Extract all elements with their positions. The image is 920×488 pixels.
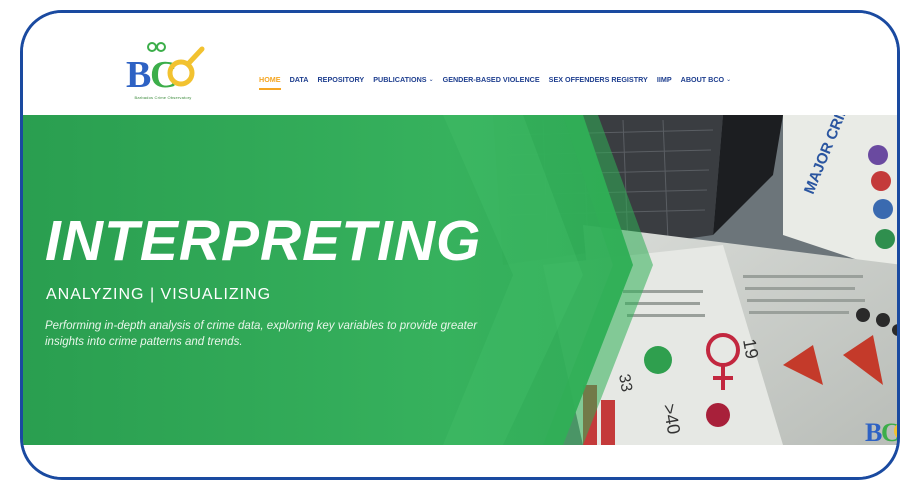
navbar: B C Barbados Crime Observatory HOME DATA… [23, 13, 897, 115]
bco-logo[interactable]: B C Barbados Crime Observatory [118, 41, 208, 103]
nav-publications-label: PUBLICATIONS [373, 75, 427, 84]
svg-text:33: 33 [615, 373, 635, 394]
svg-text:B: B [865, 418, 882, 445]
svg-text:19: 19 [739, 337, 762, 360]
logo-mark-icon: B C [126, 42, 205, 96]
nav-sor-label: SEX OFFENDERS REGISTRY [548, 75, 648, 84]
hero-description: Performing in-depth analysis of crime da… [45, 320, 478, 348]
nav-home-label: HOME [259, 75, 281, 84]
nav-sex-offenders-registry[interactable]: SEX OFFENDERS REGISTRY [549, 75, 648, 84]
nav-home[interactable]: HOME [259, 75, 281, 90]
page-frame: B C Barbados Crime Observatory HOME DATA… [20, 10, 900, 480]
nav-gbv-label: GENDER-BASED VIOLENCE [442, 75, 540, 84]
chevron-down-icon: ⌄ [726, 77, 732, 83]
chevron-down-icon: ⌄ [428, 77, 434, 83]
page-bottom-area [23, 445, 897, 477]
hero-background-image: MAJOR CRIMES 19 33 >40 B C [23, 115, 897, 445]
nav-data[interactable]: DATA [290, 75, 309, 84]
svg-text:B: B [126, 54, 151, 96]
hero-subtitle: ANALYZING | VISUALIZING [46, 286, 272, 303]
svg-text:C: C [150, 54, 177, 96]
nav-publications[interactable]: PUBLICATIONS ⌄ [373, 75, 433, 84]
nav-repository[interactable]: REPOSITORY [317, 75, 364, 84]
hero-title: INTERPRETING [45, 209, 482, 273]
nav-about-bco[interactable]: ABOUT BCO ⌄ [681, 75, 732, 84]
nav-data-label: DATA [289, 75, 309, 84]
nav-about-label: ABOUT BCO [680, 75, 725, 84]
nav-repository-label: REPOSITORY [317, 75, 365, 84]
hero-banner: MAJOR CRIMES 19 33 >40 B C INTERPRETING … [23, 115, 897, 445]
nav-gender-based-violence[interactable]: GENDER-BASED VIOLENCE [443, 75, 540, 84]
nav-iimp[interactable]: IIMP [657, 75, 672, 84]
main-menu: HOME DATA REPOSITORY PUBLICATIONS ⌄ GENDE… [259, 75, 732, 90]
nav-iimp-label: IIMP [656, 75, 672, 84]
logo-tagline: Barbados Crime Observatory [134, 95, 192, 100]
